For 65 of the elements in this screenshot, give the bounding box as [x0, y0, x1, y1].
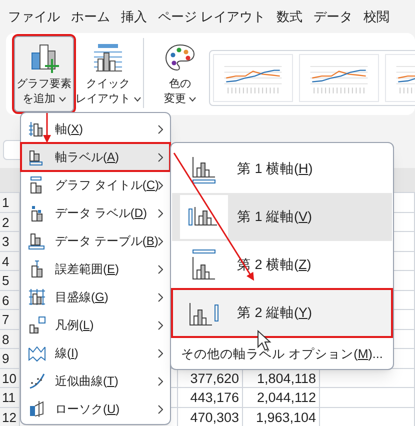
chevron-right-icon — [158, 377, 163, 386]
chevron-right-icon — [158, 237, 163, 246]
menu-item[interactable]: 軸ラベル(A) — [21, 143, 170, 171]
menu-item[interactable]: データ ラベル(D) — [21, 199, 170, 227]
ribbon-button[interactable]: グラフ要素 を追加 — [14, 36, 74, 112]
chevron-right-icon — [158, 349, 163, 358]
chart-lines-icon — [28, 344, 46, 362]
caret-icon — [189, 97, 196, 102]
row-number[interactable]: 11 — [0, 388, 20, 406]
chevron-right-icon — [158, 153, 163, 162]
mouse-cursor-icon — [258, 330, 272, 351]
data-table-icon — [28, 232, 46, 250]
menu-item[interactable]: その他の軸ラベル オプション(M)... — [172, 345, 392, 364]
table-cell: 470,303 — [178, 408, 243, 426]
row-number[interactable]: 1 — [0, 193, 20, 212]
row-number[interactable]: 5 — [0, 271, 20, 290]
legend-icon — [28, 316, 46, 334]
menu-item[interactable]: データ テーブル(B) — [21, 227, 170, 255]
chevron-right-icon — [158, 293, 163, 302]
row-number[interactable]: 10 — [0, 368, 20, 387]
chevron-right-icon — [158, 209, 163, 218]
chevron-right-icon — [158, 321, 163, 330]
chevron-right-icon — [158, 265, 163, 274]
menu-tab[interactable]: 校閲 — [364, 6, 390, 26]
menu-tab[interactable]: データ — [314, 6, 353, 26]
menu-item[interactable]: 軸(X) — [21, 115, 170, 143]
ribbon-button[interactable]: 色の 変更 — [157, 36, 203, 112]
menu-item[interactable]: 線(I) — [21, 339, 170, 367]
row-number[interactable]: 8 — [0, 330, 20, 348]
row-number[interactable]: 3 — [0, 232, 20, 250]
menu-item[interactable]: 目盛線(G) — [21, 283, 170, 311]
menu-tab[interactable]: ファイル — [8, 6, 60, 26]
annotation-arrow — [43, 113, 51, 143]
chart-style-thumbnail[interactable] — [299, 54, 379, 102]
submenu-item[interactable]: 第 2 縦軸(Y) — [172, 289, 392, 337]
menu-item[interactable]: 凡例(L) — [21, 311, 170, 339]
chevron-right-icon — [158, 181, 163, 190]
row-number[interactable]: 6 — [0, 290, 20, 309]
ribbon-button[interactable]: クイック レイアウト — [75, 36, 141, 112]
row-number[interactable]: 7 — [0, 310, 20, 328]
caret-icon — [58, 97, 66, 102]
menu-tab[interactable]: 挿入 — [121, 6, 147, 26]
menu-item[interactable]: ローソク(U) — [21, 395, 170, 423]
gridlines-icon — [28, 288, 46, 306]
menu-tab[interactable]: ホーム — [71, 6, 110, 26]
row-number[interactable]: 12 — [0, 408, 20, 426]
table-cell: 1,963,104 — [243, 408, 320, 426]
chevron-right-icon — [158, 125, 163, 134]
menu-item[interactable]: 誤差範囲(E) — [21, 255, 170, 283]
table-cell: 443,176 — [178, 388, 243, 406]
chart-style-thumbnail[interactable] — [213, 54, 293, 102]
row-number[interactable]: 2 — [0, 212, 20, 231]
row-number[interactable]: 4 — [0, 252, 20, 270]
row-number[interactable]: 9 — [0, 349, 20, 368]
menu-item[interactable]: 近似曲線(T) — [21, 367, 170, 395]
menu-item[interactable]: グラフ タイトル(C) — [21, 171, 170, 199]
table-cell: 2,044,112 — [243, 388, 320, 406]
submenu-item[interactable]: 第 1 縦軸(V) — [172, 193, 392, 241]
trendline-icon — [28, 372, 46, 390]
up-down-bars-icon — [28, 400, 46, 418]
chevron-right-icon — [158, 405, 163, 414]
caret-icon — [134, 97, 140, 102]
menu-tab[interactable]: ページ レイアウト — [158, 6, 266, 26]
submenu-item[interactable]: 第 1 横軸(H) — [172, 145, 392, 193]
menu-tab[interactable]: 数式 — [276, 6, 303, 26]
